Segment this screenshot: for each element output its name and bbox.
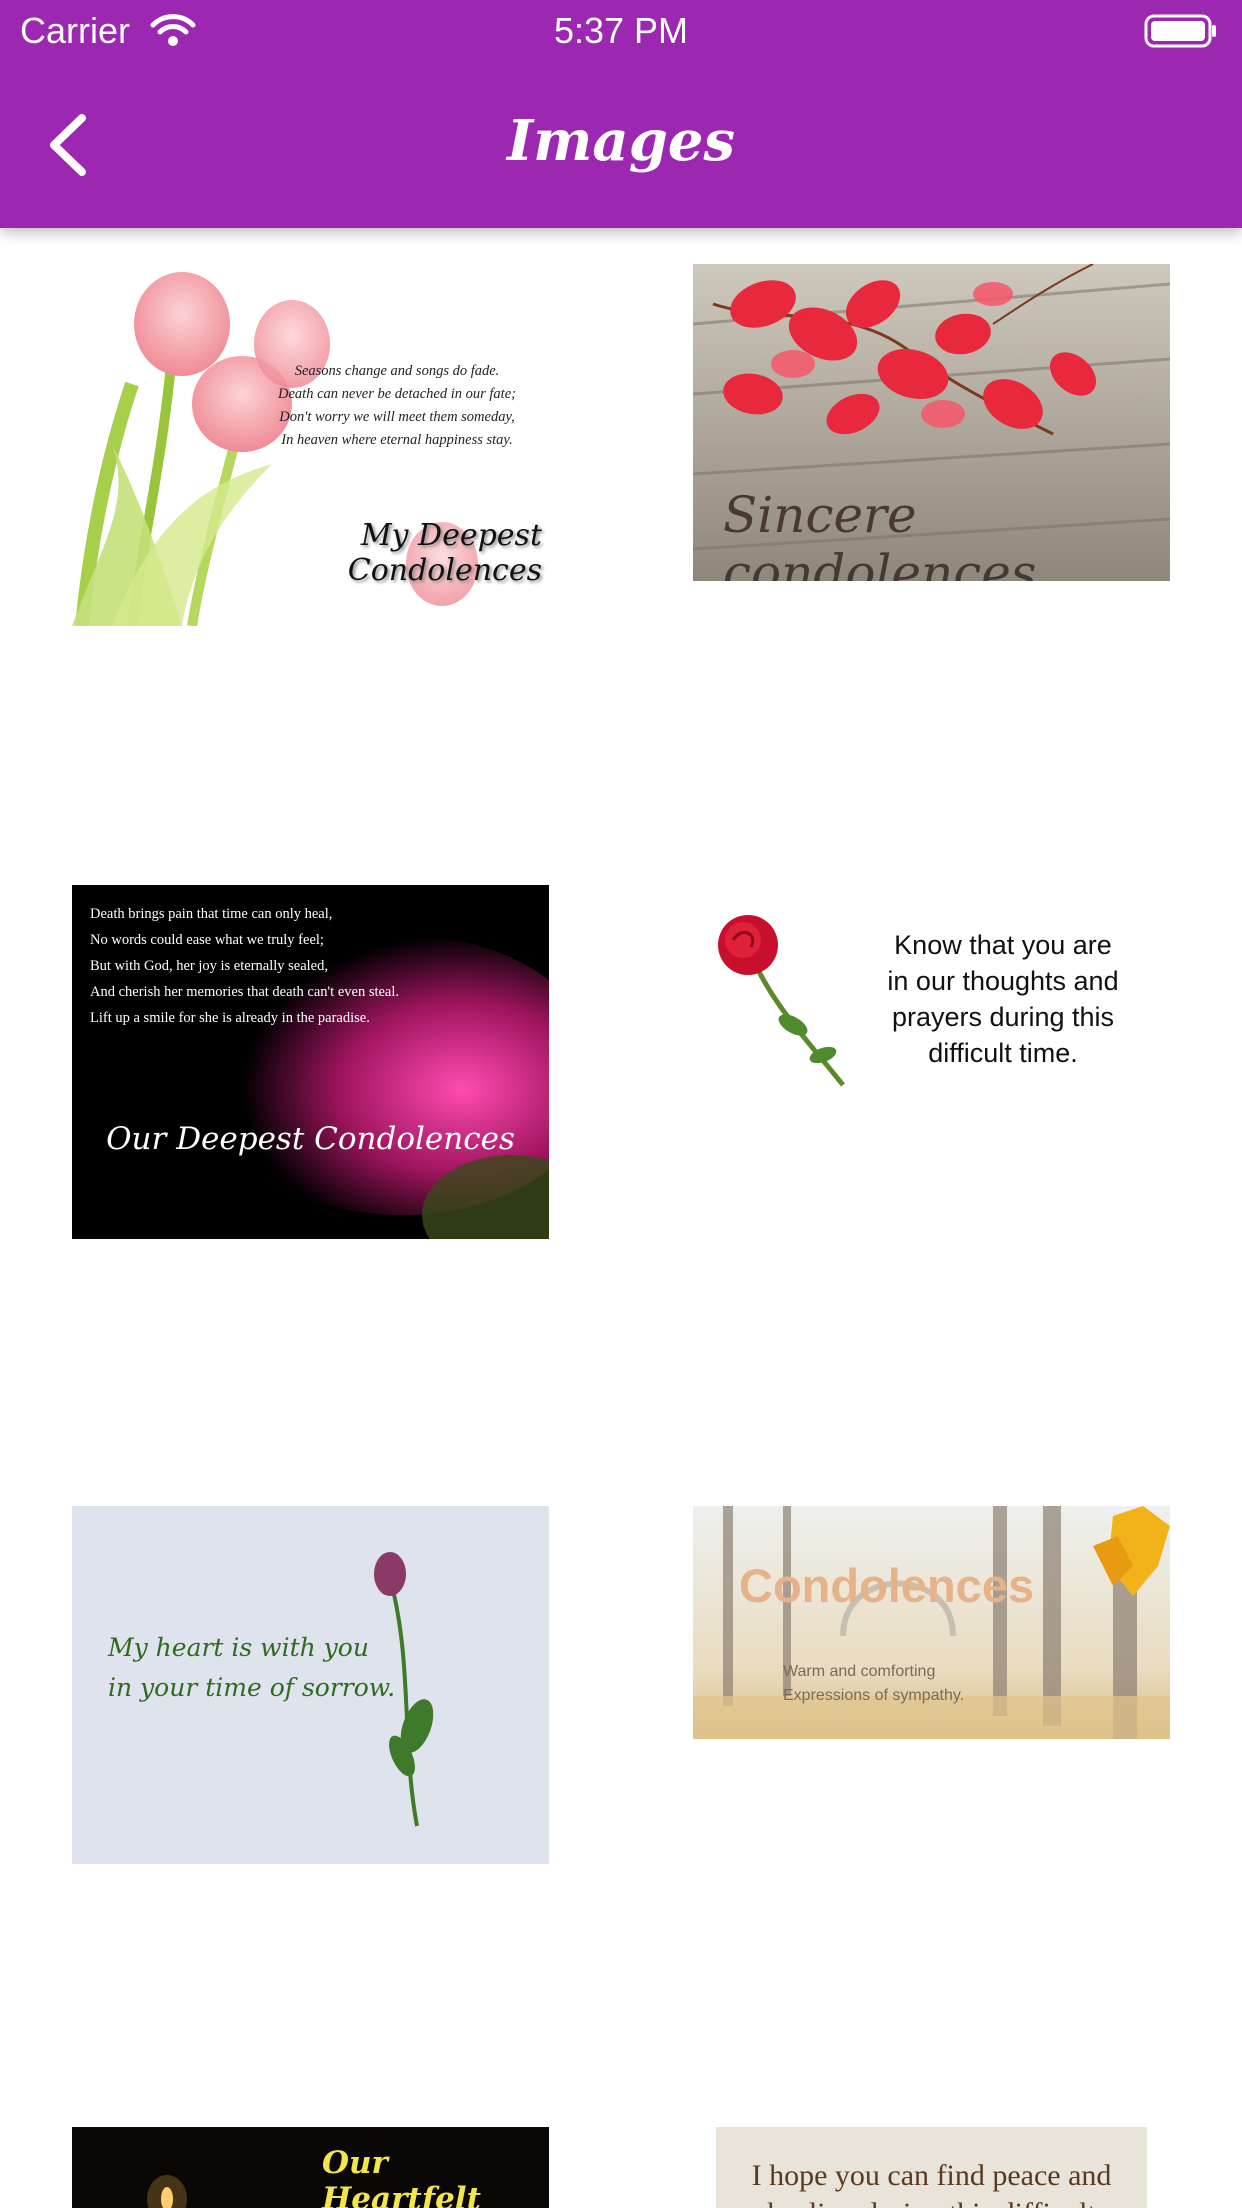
- navigation-header: Carrier 5:37 PM Images: [0, 0, 1242, 228]
- card-caption: My Deepest Condolences: [347, 518, 542, 588]
- status-bar: Carrier 5:37 PM: [0, 0, 1242, 62]
- condolence-image-candle[interactable]: Our Heartfelt: [72, 2127, 549, 2208]
- card-message: Know that you are in our thoughts and pr…: [887, 930, 1119, 1068]
- card-poem: Seasons change and songs do fade. Death …: [278, 363, 516, 448]
- battery-icon: [1144, 14, 1218, 53]
- condolence-image-peace[interactable]: I hope you can find peace and healing du…: [716, 2127, 1147, 2208]
- condolence-image-single-flower[interactable]: My heart is with you in your time of sor…: [72, 1506, 549, 1864]
- card-poem: Death brings pain that time can only hea…: [90, 906, 400, 1026]
- card-caption: Sincere condolences: [723, 486, 1037, 581]
- condolence-image-tulips[interactable]: Seasons change and songs do fade. Death …: [72, 264, 549, 626]
- card-message: I hope you can find peace and healing du…: [751, 2159, 1112, 2208]
- condolence-image-rose[interactable]: Know that you are in our thoughts and pr…: [693, 885, 1170, 1125]
- status-time: 5:37 PM: [553, 10, 689, 51]
- condolence-image-autumn[interactable]: Condolences Warm and comforting Expressi…: [693, 1506, 1170, 1739]
- card-heading: Condolences: [739, 1559, 1035, 1612]
- page-title: Images: [506, 108, 736, 174]
- condolence-image-pink-flower[interactable]: Death brings pain that time can only hea…: [72, 885, 549, 1239]
- condolence-image-leaves[interactable]: Sincere condolences: [693, 264, 1170, 581]
- card-subtext: Warm and comforting Expressions of sympa…: [783, 1663, 965, 1704]
- card-message: My heart is with you in your time of sor…: [108, 1633, 396, 1702]
- card-caption: Our Deepest Condolences: [106, 1121, 515, 1157]
- card-heading: Our Heartfelt: [322, 2145, 481, 2208]
